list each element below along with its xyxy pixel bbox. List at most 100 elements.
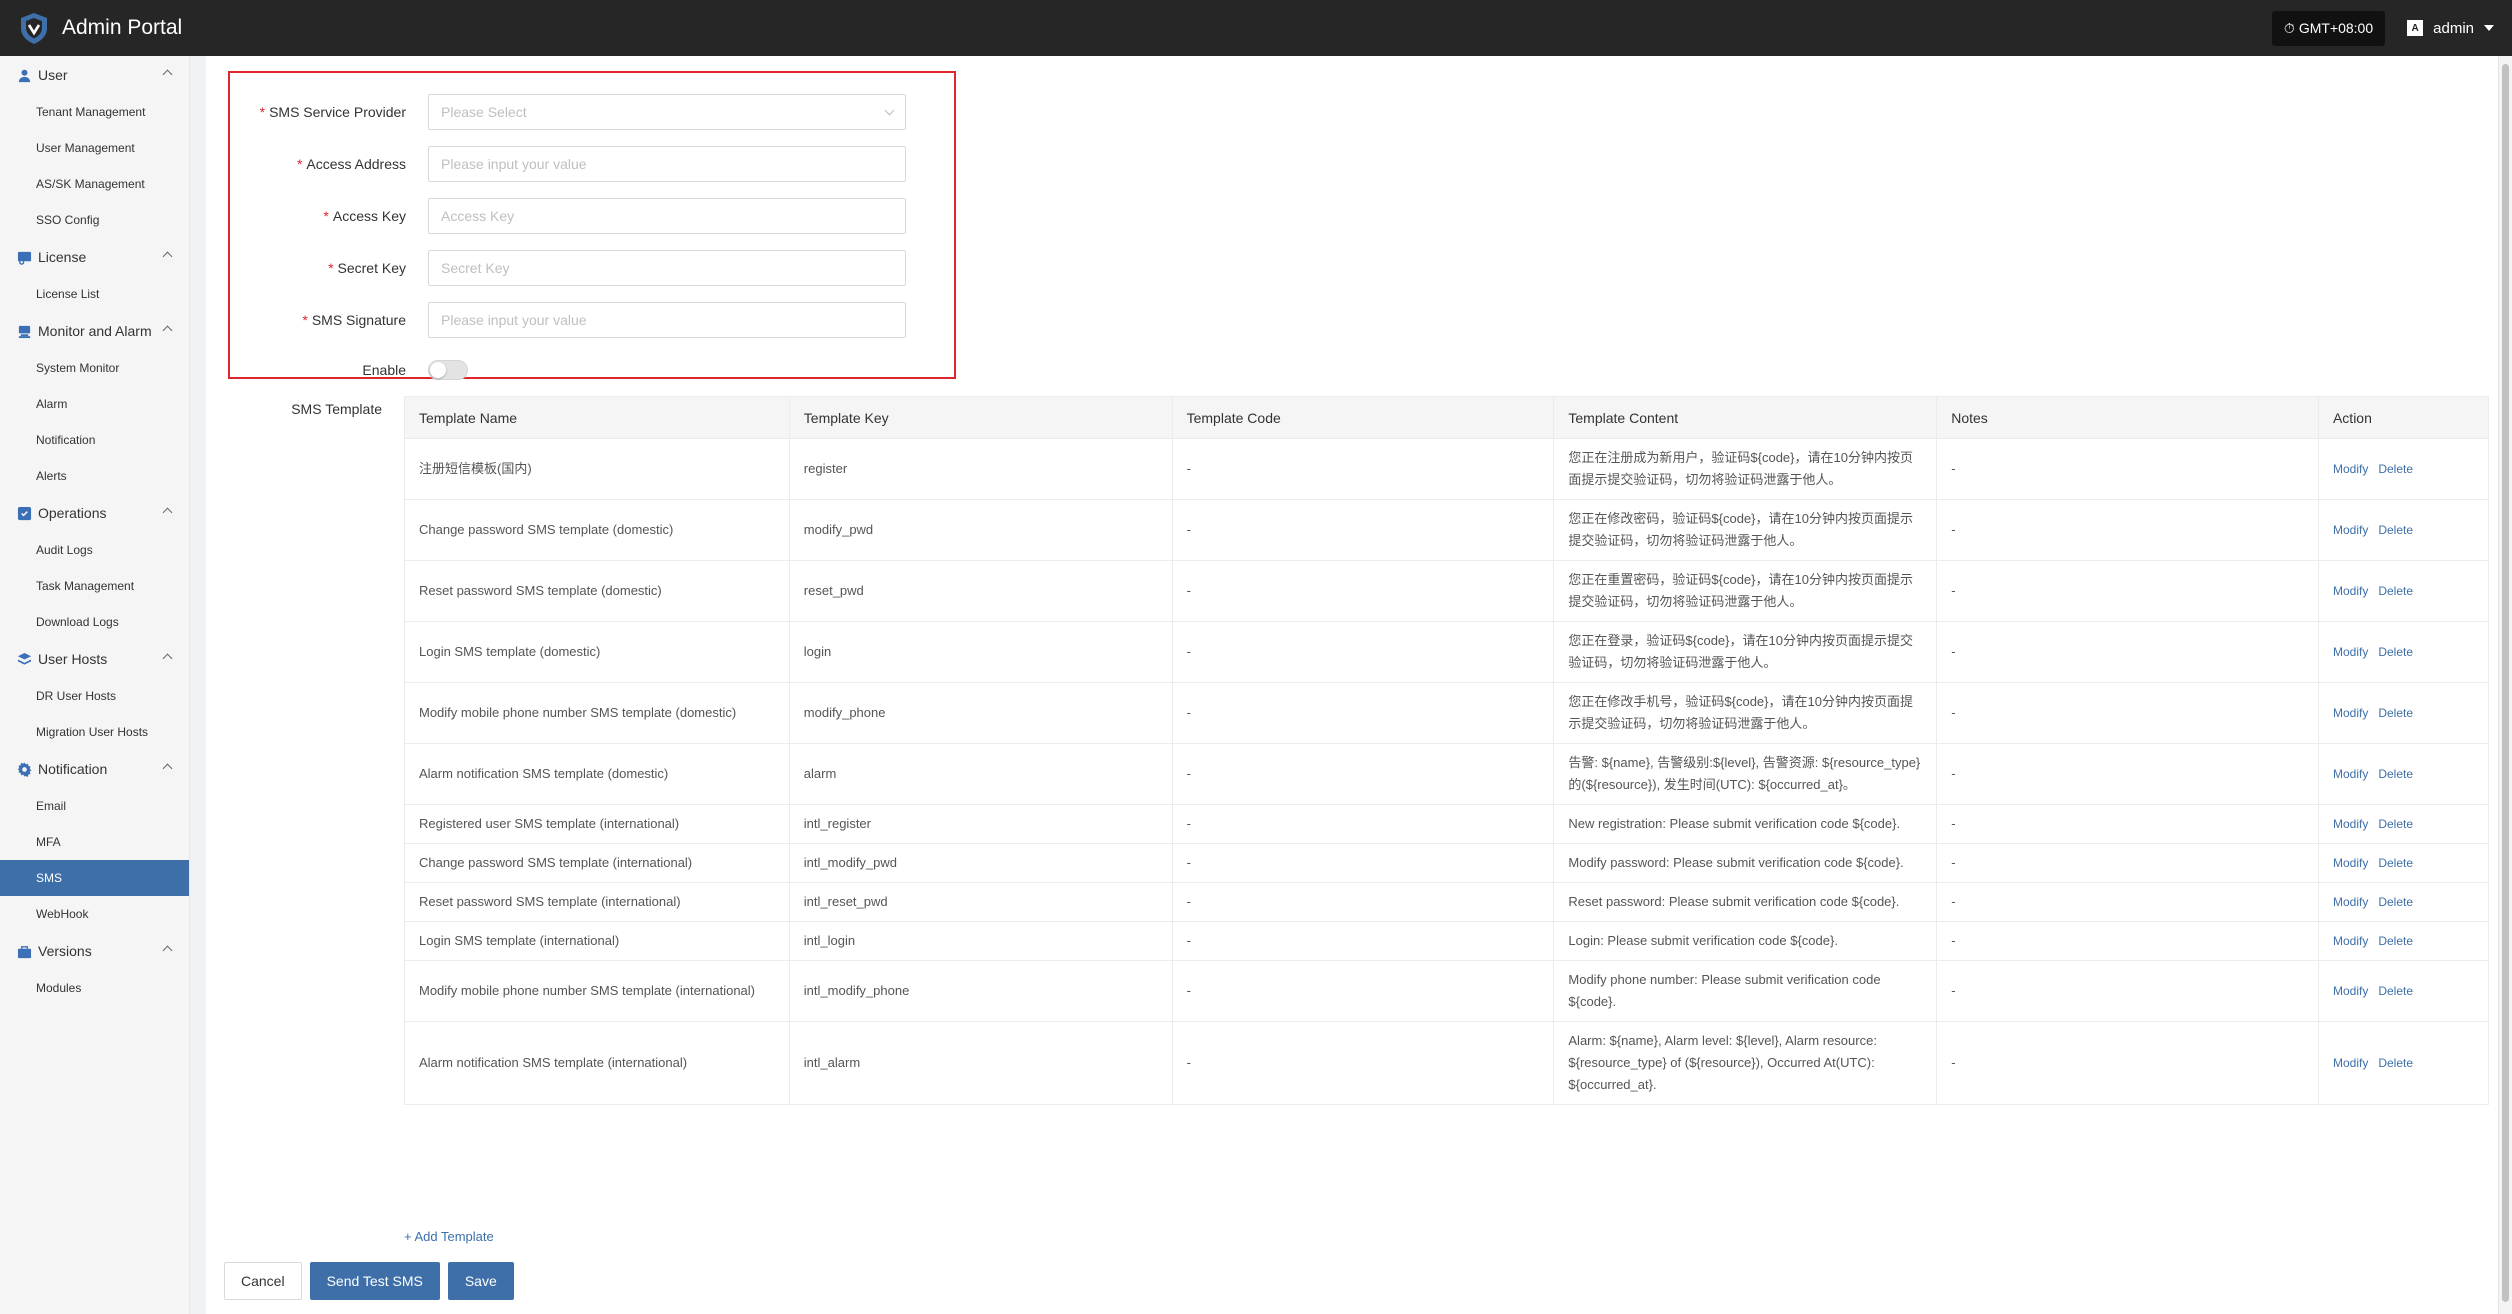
- cell-content: New registration: Please submit verifica…: [1553, 804, 1938, 844]
- sidebar-item-modules[interactable]: Modules: [0, 970, 189, 1006]
- delete-link[interactable]: Delete: [2378, 984, 2413, 998]
- modify-link[interactable]: Modify: [2333, 895, 2368, 909]
- delete-link[interactable]: Delete: [2378, 706, 2413, 720]
- sidebar-group-user-hosts[interactable]: User Hosts: [0, 640, 189, 678]
- add-template-link[interactable]: + Add Template: [404, 1229, 494, 1244]
- modify-link[interactable]: Modify: [2333, 1056, 2368, 1070]
- sidebar-group-monitor-and-alarm[interactable]: Monitor and Alarm: [0, 312, 189, 350]
- cell-notes: -: [1936, 882, 2319, 922]
- sidebar-item-audit-logs[interactable]: Audit Logs: [0, 532, 189, 568]
- cell-name: Change password SMS template (domestic): [404, 499, 790, 561]
- delete-link[interactable]: Delete: [2378, 462, 2413, 476]
- provider-select[interactable]: Please Select: [428, 94, 906, 130]
- modify-link[interactable]: Modify: [2333, 706, 2368, 720]
- caret-down-icon: [2484, 25, 2494, 31]
- cell-code: -: [1171, 960, 1555, 1022]
- toggle-knob: [430, 362, 446, 378]
- sidebar-item-alarm[interactable]: Alarm: [0, 386, 189, 422]
- user-avatar-icon: A: [2407, 20, 2424, 36]
- cancel-button[interactable]: Cancel: [224, 1262, 302, 1300]
- cell-content: 您正在修改密码，验证码${code}，请在10分钟内按页面提示提交验证码，切勿将…: [1553, 499, 1938, 561]
- sidebar-group-label: Operations: [38, 505, 107, 521]
- modify-link[interactable]: Modify: [2333, 984, 2368, 998]
- cell-key: modify_pwd: [788, 499, 1173, 561]
- sidebar-item-mfa[interactable]: MFA: [0, 824, 189, 860]
- cell-name: Change password SMS template (internatio…: [404, 843, 790, 883]
- gear-icon: [16, 761, 32, 777]
- chevron-up-icon: [162, 251, 173, 262]
- cell-notes: -: [1936, 1021, 2319, 1105]
- sms-template-label: SMS Template: [291, 401, 382, 417]
- access-key-label: * Access Key: [323, 208, 406, 224]
- sidebar-item-as-sk-management[interactable]: AS/SK Management: [0, 166, 189, 202]
- sidebar-item-sso-config[interactable]: SSO Config: [0, 202, 189, 238]
- delete-link[interactable]: Delete: [2378, 1056, 2413, 1070]
- cell-name: 注册短信模板(国内): [404, 438, 790, 500]
- cell-name: Alarm notification SMS template (domesti…: [404, 743, 790, 805]
- cell-code: -: [1171, 843, 1555, 883]
- cell-notes: -: [1936, 843, 2319, 883]
- sidebar-item-download-logs[interactable]: Download Logs: [0, 604, 189, 640]
- send-test-sms-button[interactable]: Send Test SMS: [309, 1262, 440, 1300]
- cell-code: -: [1171, 499, 1555, 561]
- sidebar-group-notification-settings[interactable]: Notification: [0, 750, 189, 788]
- modify-link[interactable]: Modify: [2333, 856, 2368, 870]
- sidebar-item-license-list[interactable]: License List: [0, 276, 189, 312]
- sidebar-item-webhook[interactable]: WebHook: [0, 896, 189, 932]
- column-header-notes: Notes: [1936, 396, 2319, 439]
- secret-key-input[interactable]: [428, 250, 906, 286]
- hosts-icon: [16, 651, 32, 667]
- sidebar-group-label: License: [38, 249, 87, 265]
- scrollbar-thumb[interactable]: [2502, 64, 2509, 1302]
- sidebar-item-system-monitor[interactable]: System Monitor: [0, 350, 189, 386]
- sidebar-item-migration-user-hosts[interactable]: Migration User Hosts: [0, 714, 189, 750]
- vertical-scrollbar[interactable]: [2498, 56, 2512, 1314]
- delete-link[interactable]: Delete: [2378, 934, 2413, 948]
- delete-link[interactable]: Delete: [2378, 817, 2413, 831]
- modify-link[interactable]: Modify: [2333, 767, 2368, 781]
- sidebar-item-tenant-management[interactable]: Tenant Management: [0, 94, 189, 130]
- delete-link[interactable]: Delete: [2378, 895, 2413, 909]
- sidebar-item-task-management[interactable]: Task Management: [0, 568, 189, 604]
- delete-link[interactable]: Delete: [2378, 645, 2413, 659]
- modify-link[interactable]: Modify: [2333, 645, 2368, 659]
- user-menu[interactable]: A admin: [2407, 20, 2494, 37]
- modify-link[interactable]: Modify: [2333, 462, 2368, 476]
- cell-name: Registered user SMS template (internatio…: [404, 804, 790, 844]
- sidebar-item-user-management[interactable]: User Management: [0, 130, 189, 166]
- delete-link[interactable]: Delete: [2378, 584, 2413, 598]
- sidebar-item-sms[interactable]: SMS: [0, 860, 189, 896]
- signature-input[interactable]: [428, 302, 906, 338]
- sidebar-group-versions[interactable]: Versions: [0, 932, 189, 970]
- signature-label: * SMS Signature: [302, 312, 406, 328]
- modify-link[interactable]: Modify: [2333, 817, 2368, 831]
- sidebar-group-license[interactable]: License: [0, 238, 189, 276]
- modify-link[interactable]: Modify: [2333, 934, 2368, 948]
- delete-link[interactable]: Delete: [2378, 856, 2413, 870]
- timezone-indicator[interactable]: ⏱ GMT+08:00: [2271, 10, 2386, 46]
- address-input[interactable]: [428, 146, 906, 182]
- sidebar-item-alerts[interactable]: Alerts: [0, 458, 189, 494]
- delete-link[interactable]: Delete: [2378, 523, 2413, 537]
- sidebar-item-dr-user-hosts[interactable]: DR User Hosts: [0, 678, 189, 714]
- sidebar-group-operations[interactable]: Operations: [0, 494, 189, 532]
- cell-name: Reset password SMS template (internation…: [404, 882, 790, 922]
- secret-key-row: * Secret Key: [230, 249, 906, 287]
- versions-icon: [16, 943, 32, 959]
- enable-toggle[interactable]: [428, 360, 468, 380]
- cell-action: Modify Delete: [2317, 438, 2490, 500]
- modify-link[interactable]: Modify: [2333, 523, 2368, 537]
- sidebar-group-user[interactable]: User: [0, 56, 189, 94]
- delete-link[interactable]: Delete: [2378, 767, 2413, 781]
- cell-key: intl_modify_phone: [788, 960, 1173, 1022]
- access-key-input[interactable]: [428, 198, 906, 234]
- sidebar-item-notification[interactable]: Notification: [0, 422, 189, 458]
- logo[interactable]: Admin Portal: [16, 10, 182, 46]
- cell-key: login: [788, 621, 1173, 683]
- operations-icon: [16, 505, 32, 521]
- modify-link[interactable]: Modify: [2333, 584, 2368, 598]
- sidebar-item-email[interactable]: Email: [0, 788, 189, 824]
- save-button[interactable]: Save: [447, 1262, 514, 1300]
- table-header-row: Template Name Template Key Template Code Te…: [404, 396, 2490, 439]
- table-row: Reset password SMS template (domestic) re…: [404, 560, 2490, 622]
